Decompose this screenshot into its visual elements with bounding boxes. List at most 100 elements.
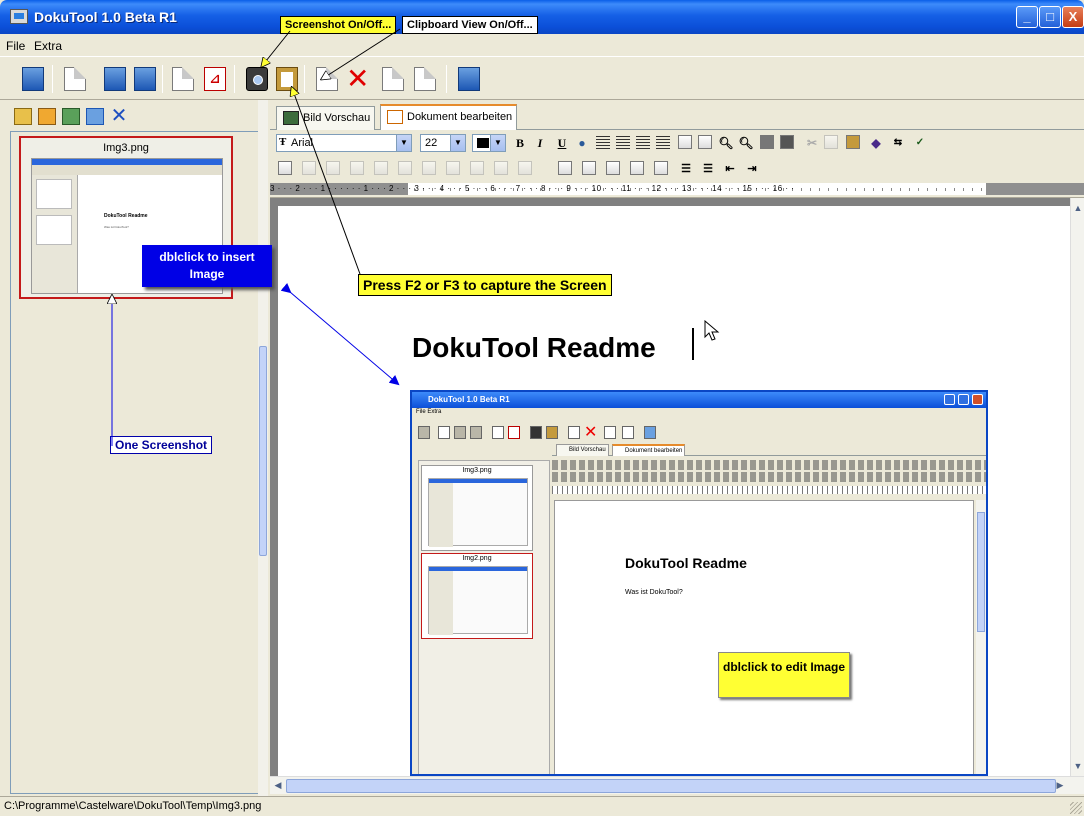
document-horizontal-scrollbar[interactable]: ◀ ▶ [270, 776, 1084, 794]
document-vertical-scrollbar[interactable]: ▲ ▼ [1070, 198, 1084, 776]
scroll-up-icon[interactable]: ▲ [1071, 200, 1084, 216]
table-row-icon[interactable] [606, 161, 620, 175]
table-cell-icon[interactable] [302, 161, 316, 175]
page-format-icon[interactable] [678, 135, 692, 149]
import-icon[interactable] [104, 67, 126, 91]
left-pane-splitter[interactable] [258, 100, 268, 796]
bullet-list-icon[interactable]: ☰ [678, 161, 694, 177]
delete-icon[interactable]: ✕ [346, 65, 369, 93]
splitter-handle[interactable] [259, 346, 267, 556]
color-swatch [477, 138, 489, 148]
paste-icon[interactable] [846, 135, 860, 149]
page-layout-icon[interactable] [698, 135, 712, 149]
table-col-icon[interactable] [630, 161, 644, 175]
font-color-select[interactable]: ▼ [472, 134, 506, 152]
table-props-icon[interactable] [654, 161, 668, 175]
font-select[interactable]: Ŧ Arial ▼ [276, 134, 412, 152]
menu-extra[interactable]: Extra [34, 39, 62, 53]
align-justify-icon[interactable] [656, 136, 670, 150]
text-caret [692, 328, 694, 360]
export-chm-icon[interactable] [172, 67, 194, 91]
print-icon[interactable] [760, 135, 774, 149]
export-icon[interactable] [134, 67, 156, 91]
truetype-icon: Ŧ [279, 136, 287, 148]
page-blank-icon[interactable] [414, 67, 436, 91]
tab-bild-vorschau[interactable]: Bild Vorschau [276, 106, 376, 130]
remove-image-icon[interactable]: ✕ [110, 106, 128, 126]
underline-button[interactable]: U [554, 135, 570, 151]
numbered-list-icon[interactable]: ☰ [700, 161, 716, 177]
align-center-icon[interactable] [616, 136, 630, 150]
tab-dokument-bearbeiten[interactable]: Dokument bearbeiten [380, 104, 518, 131]
insert-image-callout: dblclick to insert Image [142, 245, 272, 287]
picture-icon [283, 111, 299, 125]
embedded-title: DokuTool 1.0 Beta R1 [428, 395, 510, 404]
export-pdf-icon[interactable]: ⊿ [204, 67, 226, 91]
insert-table-icon[interactable] [278, 161, 292, 175]
align-right-icon[interactable] [636, 136, 650, 150]
align-left-icon[interactable] [596, 136, 610, 150]
mouse-pointer-icon [704, 320, 720, 341]
embedded-table-row [552, 472, 986, 482]
copy-icon[interactable] [824, 135, 838, 149]
forward-icon[interactable] [38, 108, 56, 125]
table-cell-icon[interactable] [494, 161, 508, 175]
capture-hint-callout: Press F2 or F3 to capture the Screen [358, 274, 612, 296]
bold-button[interactable]: B [512, 135, 528, 151]
screenshot-toggle-icon[interactable] [246, 67, 268, 91]
cut-icon[interactable]: ✂ [804, 135, 820, 151]
font-size-select[interactable]: 22 ▼ [420, 134, 466, 152]
scroll-right-icon[interactable]: ▶ [1052, 777, 1068, 793]
embedded-menu: File Extra [416, 409, 442, 415]
embedded-thumbnail: Img3.png [421, 465, 533, 551]
embedded-tab: Dokument bearbeiten [612, 444, 686, 456]
indent-increase-icon[interactable]: ⇥ [744, 161, 760, 177]
new-document-icon[interactable] [64, 67, 86, 91]
resize-grip[interactable] [1070, 802, 1082, 814]
scroll-left-icon[interactable]: ◀ [270, 777, 286, 793]
zoom-image-icon[interactable] [316, 67, 338, 91]
window-title: DokuTool 1.0 Beta R1 [34, 9, 177, 25]
thumbnail-paragraph: Was ist DokuTool? [104, 225, 129, 229]
embedded-tabs: Bild Vorschau Dokument bearbeiten [552, 442, 986, 456]
spellcheck-icon[interactable]: ✓ [912, 135, 928, 151]
embedded-screenshot[interactable]: DokuTool 1.0 Beta R1 File Extra ✕ Img3.p… [410, 390, 988, 776]
table-cell-icon[interactable] [326, 161, 340, 175]
close-button[interactable]: X [1062, 6, 1084, 28]
ruler[interactable]: 3 · · · 2 · · · 1 · · · · · · 1 · · · 2 … [270, 180, 1084, 198]
embedded-close-icon [972, 394, 983, 405]
format-painter-icon[interactable]: ◆ [868, 135, 884, 151]
horizontal-scroll-thumb[interactable] [286, 779, 1056, 793]
table-cell-icon[interactable] [374, 161, 388, 175]
table-cell-icon[interactable] [350, 161, 364, 175]
chevron-down-icon: ▼ [450, 135, 465, 151]
open-folder-icon[interactable] [14, 108, 32, 125]
toolbar-separator [304, 65, 305, 93]
indent-decrease-icon[interactable]: ⇤ [722, 161, 738, 177]
screenshot-toggle-callout: Screenshot On/Off... [280, 16, 397, 34]
page-icon[interactable] [382, 67, 404, 91]
image-icon[interactable] [62, 108, 80, 125]
table-merge-icon[interactable] [558, 161, 572, 175]
find-icon[interactable]: 🔍︎ [718, 135, 734, 151]
window-icon[interactable] [458, 67, 480, 91]
table-cell-icon[interactable] [446, 161, 460, 175]
document-heading[interactable]: DokuTool Readme [412, 332, 656, 364]
open-project-icon[interactable] [22, 67, 44, 91]
copy-image-icon[interactable] [86, 108, 104, 125]
print-preview-icon[interactable] [780, 135, 794, 149]
table-split-icon[interactable] [582, 161, 596, 175]
menu-file[interactable]: File [6, 39, 25, 53]
highlight-icon[interactable]: ● [574, 135, 590, 151]
table-cell-icon[interactable] [518, 161, 532, 175]
table-cell-icon[interactable] [398, 161, 412, 175]
clipboard-view-icon[interactable] [276, 67, 298, 91]
scroll-down-icon[interactable]: ▼ [1071, 758, 1084, 774]
maximize-button[interactable]: □ [1039, 6, 1061, 28]
table-cell-icon[interactable] [422, 161, 436, 175]
table-cell-icon[interactable] [470, 161, 484, 175]
minimize-button[interactable]: _ [1016, 6, 1038, 28]
replace-icon[interactable]: ⇆ [890, 135, 906, 151]
italic-button[interactable]: I [532, 135, 548, 151]
find-next-icon[interactable]: 🔍︎ [738, 135, 754, 151]
